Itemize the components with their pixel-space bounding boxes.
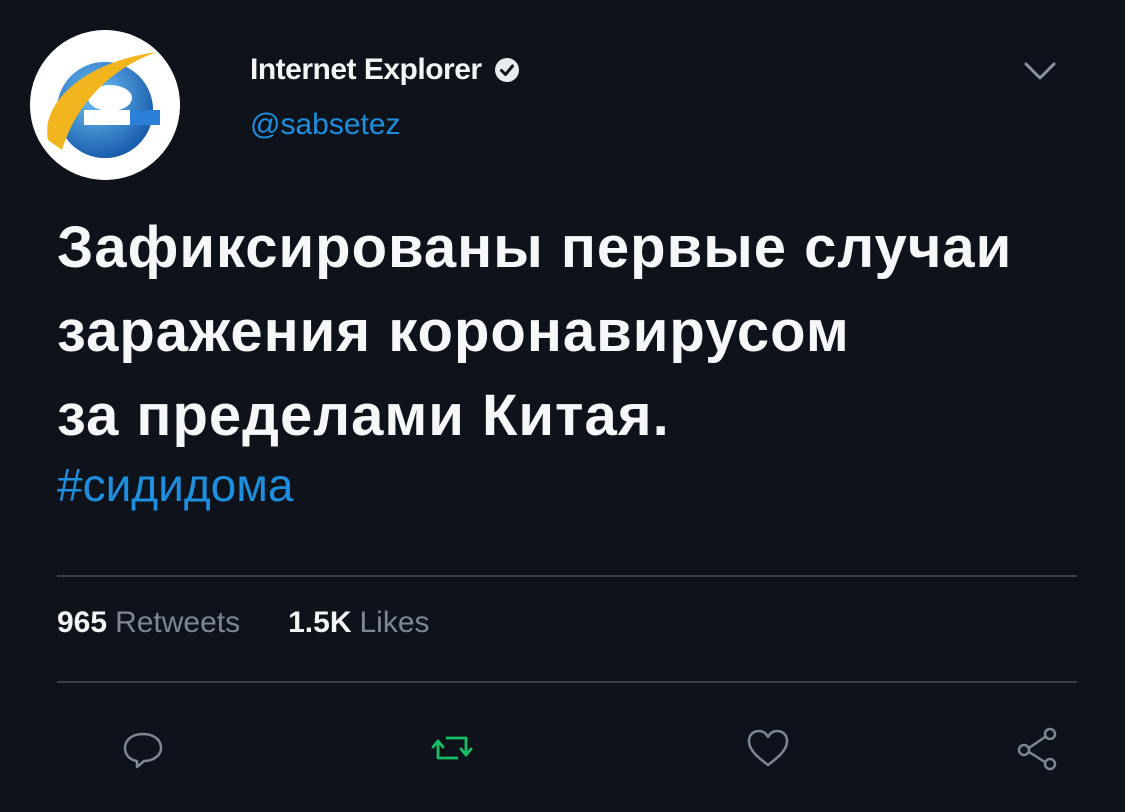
tweet-text-line: за пределами Китая. — [57, 383, 670, 448]
share-button[interactable] — [1010, 720, 1066, 776]
retweet-icon — [431, 736, 473, 760]
share-icon — [1017, 727, 1057, 771]
heart-icon — [747, 729, 789, 767]
author-display-name[interactable]: Internet Explorer — [250, 53, 482, 87]
likes-count[interactable]: 1.5K — [288, 606, 351, 640]
reply-button[interactable] — [115, 720, 171, 776]
like-button[interactable] — [740, 720, 796, 776]
retweets-count[interactable]: 965 — [57, 606, 107, 640]
tweet-text-line: заражения коронавирусом — [57, 299, 850, 364]
divider — [57, 575, 1077, 577]
internet-explorer-logo-icon — [30, 30, 180, 180]
retweet-button[interactable] — [424, 720, 480, 776]
divider — [57, 681, 1077, 683]
verified-badge-icon — [494, 58, 519, 82]
tweet-stats: 965 Retweets 1.5K Likes — [57, 606, 430, 640]
retweets-label[interactable]: Retweets — [115, 606, 240, 640]
tweet-card: Internet Explorer @sabsetez Зафиксирован… — [0, 0, 1125, 812]
tweet-text-line: Зафиксированы первые случаи — [57, 215, 1013, 280]
chevron-down-icon[interactable] — [1020, 56, 1060, 86]
hashtag-link[interactable]: #сидидома — [57, 458, 293, 512]
reply-icon — [123, 732, 163, 769]
likes-label[interactable]: Likes — [360, 606, 430, 640]
tweet-text: Зафиксированы первые случаи заражения ко… — [57, 206, 1087, 458]
author-name-row: Internet Explorer — [250, 50, 520, 90]
author-handle[interactable]: @sabsetez — [250, 108, 401, 142]
avatar[interactable] — [30, 30, 180, 180]
